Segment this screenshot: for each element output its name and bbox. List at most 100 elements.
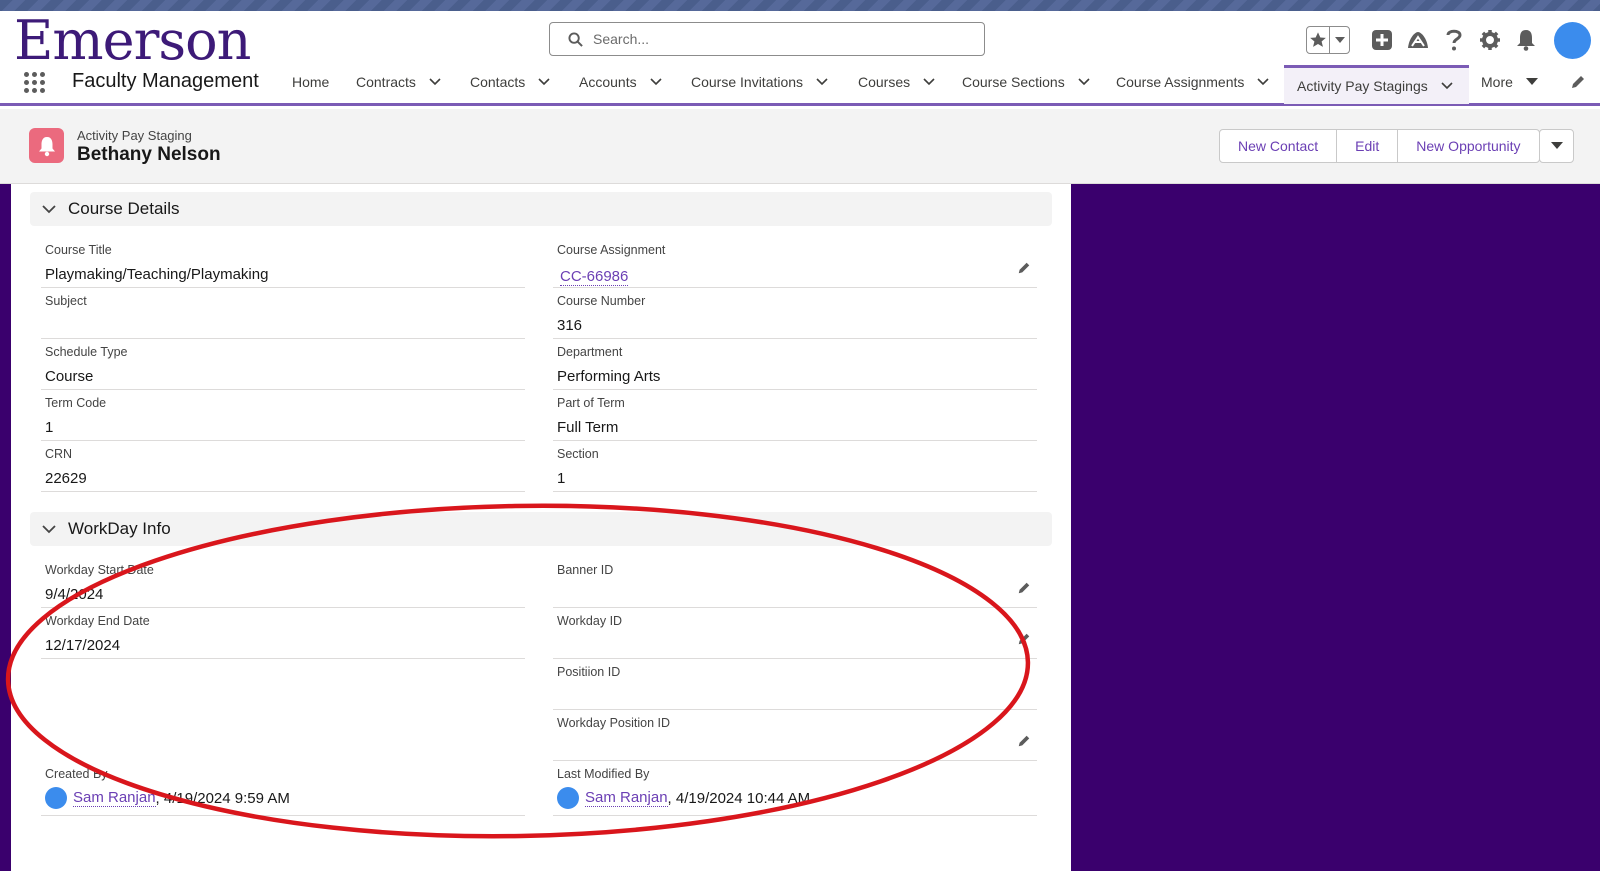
created-by-owner: Sam Ranjan , 4/19/2024 9:59 AM bbox=[45, 787, 290, 809]
nav-item-home[interactable]: Home bbox=[292, 61, 329, 103]
nav-item-label: Activity Pay Stagings bbox=[1297, 78, 1428, 94]
field-label: Course Title bbox=[45, 243, 112, 257]
nav-item-activity-pay-stagings[interactable]: Activity Pay Stagings bbox=[1284, 65, 1469, 104]
chevron-down-icon[interactable] bbox=[650, 78, 662, 86]
created-date: , 4/19/2024 9:59 AM bbox=[155, 789, 290, 807]
field-term-code: Term Code 1 bbox=[41, 390, 525, 441]
more-actions-dropdown[interactable] bbox=[1539, 129, 1574, 163]
field-course-title: Course Title Playmaking/Teaching/Playmak… bbox=[41, 237, 525, 288]
nav-item-contracts[interactable]: Contracts bbox=[356, 61, 441, 103]
created-by-user-link[interactable]: Sam Ranjan bbox=[73, 789, 156, 807]
field-label: Subject bbox=[45, 294, 87, 308]
field-crn: CRN 22629 bbox=[41, 441, 525, 492]
app-launcher-waffle-icon[interactable] bbox=[24, 72, 46, 94]
field-label: Part of Term bbox=[557, 396, 625, 410]
app-name: Faculty Management bbox=[72, 70, 259, 92]
field-value: 12/17/2024 bbox=[45, 637, 121, 654]
field-label: Banner ID bbox=[557, 563, 614, 577]
chevron-down-icon[interactable] bbox=[1257, 78, 1269, 86]
new-opportunity-button[interactable]: New Opportunity bbox=[1398, 130, 1538, 162]
section-header-course-details[interactable]: Course Details bbox=[30, 192, 1052, 226]
nav-item-more[interactable]: More bbox=[1481, 61, 1538, 103]
nav-item-contacts[interactable]: Contacts bbox=[470, 61, 550, 103]
field-label: Schedule Type bbox=[45, 345, 128, 359]
search-icon bbox=[568, 31, 583, 47]
modified-date: , 4/19/2024 10:44 AM bbox=[667, 789, 811, 807]
edit-pencil-icon[interactable] bbox=[1017, 261, 1031, 275]
nav-item-label: More bbox=[1481, 74, 1513, 90]
notifications-bell-icon[interactable] bbox=[1514, 28, 1538, 52]
field-value: 316 bbox=[557, 317, 583, 334]
course-assignment-link[interactable]: CC-66986 bbox=[560, 268, 629, 286]
header-utility-icons bbox=[1306, 21, 1591, 59]
favorites-group bbox=[1306, 26, 1350, 54]
chevron-down-icon[interactable] bbox=[923, 78, 935, 86]
field-label: Positiion ID bbox=[557, 665, 621, 679]
nav-item-label: Course Invitations bbox=[691, 74, 804, 90]
nav-item-courses[interactable]: Courses bbox=[858, 61, 935, 103]
chevron-down-icon bbox=[42, 524, 56, 533]
field-label: Term Code bbox=[45, 396, 107, 410]
edit-pencil-icon[interactable] bbox=[1017, 581, 1031, 595]
nav-item-label: Contracts bbox=[356, 74, 416, 90]
field-value: Full Term bbox=[557, 419, 619, 436]
field-value: Performing Arts bbox=[557, 368, 661, 385]
field-label: Last Modified By bbox=[557, 767, 650, 781]
field-workday-id: Workday ID bbox=[553, 608, 1037, 659]
nav-item-label: Courses bbox=[858, 74, 911, 90]
field-department: Department Performing Arts bbox=[553, 339, 1037, 390]
field-workday-end-date: Workday End Date 12/17/2024 bbox=[41, 608, 525, 659]
favorites-dropdown-icon[interactable] bbox=[1329, 27, 1349, 53]
field-label: Workday Start Date bbox=[45, 563, 154, 577]
nav-item-course-assignments[interactable]: Course Assignments bbox=[1116, 61, 1269, 103]
record-title: Bethany Nelson bbox=[77, 144, 221, 165]
search-placeholder: Search... bbox=[593, 31, 650, 47]
nav-item-label: Home bbox=[292, 74, 330, 90]
global-create-icon[interactable] bbox=[1370, 28, 1394, 52]
new-contact-button[interactable]: New Contact bbox=[1220, 130, 1338, 162]
trailhead-icon[interactable] bbox=[1406, 28, 1430, 52]
modified-by-user-link[interactable]: Sam Ranjan bbox=[585, 789, 668, 807]
record-type-label: Activity Pay Staging bbox=[77, 128, 192, 143]
edit-nav-pencil-icon[interactable] bbox=[1570, 74, 1586, 90]
settings-gear-icon[interactable] bbox=[1478, 28, 1502, 52]
nav-item-course-sections[interactable]: Course Sections bbox=[962, 61, 1090, 103]
field-value: 1 bbox=[45, 419, 54, 436]
favorites-star-icon[interactable] bbox=[1307, 27, 1329, 53]
field-value: 9/4/2024 bbox=[45, 586, 104, 603]
nav-item-accounts[interactable]: Accounts bbox=[579, 61, 662, 103]
chevron-down-icon[interactable] bbox=[538, 78, 550, 86]
help-icon[interactable] bbox=[1442, 28, 1466, 52]
left-background-bar bbox=[0, 184, 11, 871]
field-course-number: Course Number 316 bbox=[553, 288, 1037, 339]
user-avatar bbox=[45, 787, 67, 809]
nav-item-label: Contacts bbox=[470, 74, 526, 90]
edit-pencil-icon[interactable] bbox=[1017, 632, 1031, 646]
chevron-down-icon[interactable] bbox=[1441, 82, 1453, 90]
field-section: Section 1 bbox=[553, 441, 1037, 492]
chevron-down-icon[interactable] bbox=[1078, 78, 1090, 86]
field-created-by: Created By Sam Ranjan , 4/19/2024 9:59 A… bbox=[41, 761, 525, 816]
user-avatar[interactable] bbox=[1554, 21, 1591, 59]
chevron-down-icon[interactable] bbox=[816, 78, 828, 86]
field-label: Course Number bbox=[557, 294, 646, 308]
field-subject: Subject bbox=[41, 288, 525, 339]
nav-item-course-invitations[interactable]: Course Invitations bbox=[691, 61, 828, 103]
field-label: Course Assignment bbox=[557, 243, 666, 257]
chevron-down-icon[interactable] bbox=[429, 78, 441, 86]
caret-down-icon[interactable] bbox=[1525, 78, 1538, 86]
field-label: Workday End Date bbox=[45, 614, 150, 628]
modified-by-owner: Sam Ranjan , 4/19/2024 10:44 AM bbox=[557, 787, 810, 809]
record-header: Activity Pay Staging Bethany Nelson New … bbox=[0, 109, 1600, 184]
edit-pencil-icon[interactable] bbox=[1017, 734, 1031, 748]
field-label: Created By bbox=[45, 767, 108, 781]
section-header-workday-info[interactable]: WorkDay Info bbox=[30, 512, 1052, 546]
field-label: Section bbox=[557, 447, 599, 461]
field-value: Course bbox=[45, 368, 94, 385]
field-last-modified-by: Last Modified By Sam Ranjan , 4/19/2024 … bbox=[553, 761, 1037, 816]
global-search-input[interactable]: Search... bbox=[549, 22, 985, 56]
section-title: WorkDay Info bbox=[68, 519, 171, 538]
field-value: 1 bbox=[557, 470, 566, 487]
edit-button[interactable]: Edit bbox=[1337, 130, 1399, 162]
section-title: Course Details bbox=[68, 199, 180, 218]
